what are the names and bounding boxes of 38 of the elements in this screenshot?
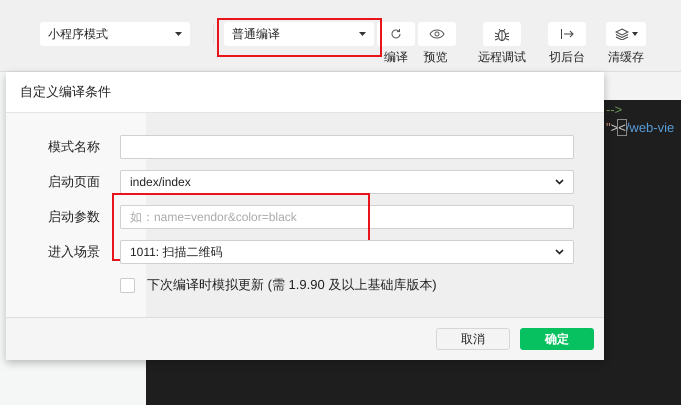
layers-icon xyxy=(614,28,628,40)
chevron-icon xyxy=(555,249,564,255)
cursor-char: < xyxy=(618,120,626,135)
chevron-icon xyxy=(555,179,564,185)
caret-icon xyxy=(632,32,638,36)
switch-button[interactable] xyxy=(548,22,586,46)
code-text: --> xyxy=(606,102,622,117)
checkbox-label: 下次编译时模拟更新 (需 1.9.90 及以上基础库版本) xyxy=(147,276,437,294)
name-field[interactable] xyxy=(120,135,574,159)
checkbox[interactable] xyxy=(120,278,135,292)
tool-label: 清缓存 xyxy=(608,49,644,66)
tool-label: 编译 xyxy=(384,49,408,66)
debug-button[interactable] xyxy=(483,22,521,46)
compile-select[interactable]: 普通编译 xyxy=(224,22,374,46)
params-field[interactable]: 如：name=vendor&color=black xyxy=(120,205,574,229)
mode-select[interactable]: 小程序模式 xyxy=(40,22,190,46)
cache-button[interactable] xyxy=(606,22,646,46)
field-label: 进入场景 xyxy=(48,243,101,261)
field-label: 启动参数 xyxy=(48,208,101,226)
field-label: 模式名称 xyxy=(48,138,101,156)
tool-label: 预览 xyxy=(424,49,448,66)
dropdown-field[interactable]: index/index xyxy=(120,170,574,194)
exit-arrow-icon xyxy=(560,28,574,40)
refresh-button[interactable] xyxy=(377,22,415,46)
code-text: " xyxy=(606,120,611,135)
dropdown-field[interactable]: 1011: 扫描二维码 xyxy=(120,240,574,264)
tool-label: 远程调试 xyxy=(478,49,526,66)
tool-label: 切后台 xyxy=(549,49,585,66)
caret-icon xyxy=(359,32,366,36)
field-label: 启动页面 xyxy=(48,173,101,191)
refresh-icon xyxy=(390,28,402,40)
preview-button[interactable] xyxy=(418,22,456,46)
bug-icon xyxy=(494,26,510,42)
caret-icon xyxy=(175,32,182,36)
code-text: /web-vie xyxy=(626,120,674,135)
cancel-button[interactable]: 取消 xyxy=(436,328,510,350)
eye-icon xyxy=(429,29,445,39)
dialog-title: 自定义编译条件 xyxy=(6,72,604,113)
